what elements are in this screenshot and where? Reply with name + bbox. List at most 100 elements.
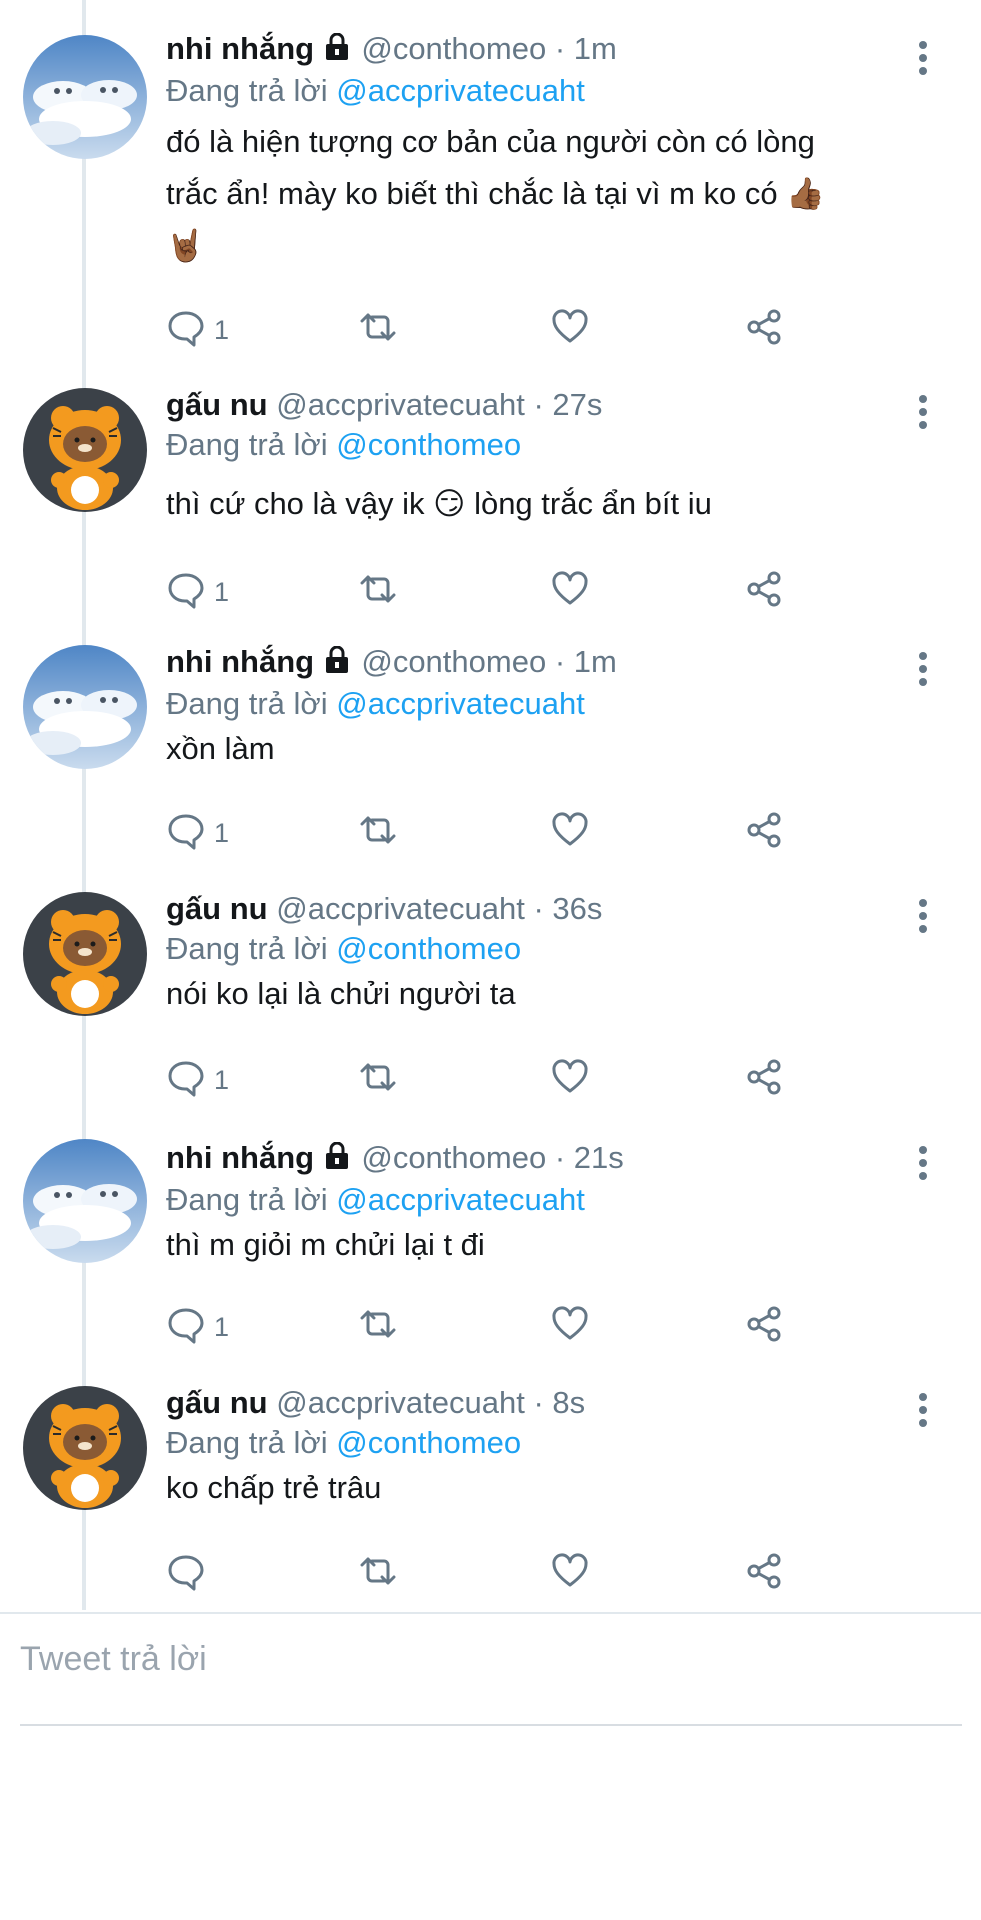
avatar[interactable] — [23, 1386, 147, 1510]
timestamp[interactable]: 1m — [574, 644, 617, 679]
retweet-button[interactable] — [356, 811, 400, 855]
display-name[interactable]: gấu nu — [166, 387, 268, 422]
avatar[interactable] — [23, 645, 147, 769]
mention-link[interactable]: @accprivatecuaht — [336, 1182, 585, 1217]
share-button[interactable] — [744, 1305, 784, 1349]
tweet-text: ko chấp trẻ trâu — [166, 1462, 921, 1514]
heart-icon — [550, 810, 590, 857]
avatar[interactable] — [23, 892, 147, 1016]
retweet-button[interactable] — [356, 1305, 400, 1349]
tweet-text-line: trắc ẩn! mày ko biết thì chắc là tại vì … — [166, 176, 825, 211]
separator-dot: · — [554, 31, 566, 66]
tweet[interactable]: gấu nu @accprivatecuaht · 36s Đang trả l… — [0, 890, 981, 1112]
reply-button[interactable]: 1 — [166, 811, 229, 855]
like-button[interactable] — [550, 1058, 590, 1102]
display-name[interactable]: nhi nhắng — [166, 31, 314, 66]
share-button[interactable] — [744, 1552, 784, 1596]
separator-dot: · — [533, 387, 544, 422]
tweet[interactable]: gấu nu @accprivatecuaht · 8s Đang trả lờ… — [0, 1384, 981, 1606]
reply-button[interactable]: 1 — [166, 570, 229, 614]
heart-icon — [550, 1057, 590, 1104]
reply-icon — [166, 1551, 206, 1598]
replying-prefix: Đang trả lời — [166, 427, 328, 462]
retweet-button[interactable] — [356, 1058, 400, 1102]
more-vertical-icon[interactable] — [917, 1145, 929, 1186]
tweet[interactable]: gấu nu @accprivatecuaht · 27s Đang trả l… — [0, 387, 981, 618]
share-button[interactable] — [744, 570, 784, 614]
tweet-header: gấu nu @accprivatecuaht · 36s — [166, 890, 921, 928]
separator-dot: · — [533, 1385, 544, 1420]
handle[interactable]: @accprivatecuaht — [276, 891, 525, 926]
more-vertical-icon[interactable] — [917, 394, 929, 435]
avatar[interactable] — [23, 388, 147, 512]
like-button[interactable] — [550, 811, 590, 855]
lock-icon — [325, 645, 349, 683]
timestamp[interactable]: 8s — [552, 1385, 585, 1420]
handle[interactable]: @conthomeo — [361, 644, 546, 679]
display-name[interactable]: gấu nu — [166, 891, 268, 926]
tweet-text: thì m giỏi m chửi lại t đi — [166, 1219, 921, 1271]
reply-button[interactable] — [166, 1552, 214, 1596]
share-icon — [744, 1551, 784, 1598]
more-vertical-icon[interactable] — [917, 898, 929, 939]
tweet-actions: 1 — [166, 1305, 806, 1349]
timestamp[interactable]: 27s — [552, 387, 602, 422]
reply-icon — [166, 307, 206, 354]
more-vertical-icon[interactable] — [917, 651, 929, 692]
reply-composer-input[interactable]: Tweet trả lời — [20, 1640, 207, 1679]
avatar[interactable] — [23, 1139, 147, 1263]
reply-button[interactable]: 1 — [166, 308, 229, 352]
mention-link[interactable]: @accprivatecuaht — [336, 686, 585, 721]
handle[interactable]: @conthomeo — [361, 31, 546, 66]
share-button[interactable] — [744, 811, 784, 855]
replying-prefix: Đang trả lời — [166, 686, 328, 721]
tweet-header: nhi nhắng @conthomeo · 1m — [166, 643, 921, 683]
mention-link[interactable]: @conthomeo — [336, 1425, 521, 1460]
mention-link[interactable]: @conthomeo — [336, 931, 521, 966]
tweet[interactable]: nhi nhắng @conthomeo · 1m Đang trả lời @… — [0, 30, 981, 360]
separator-dot: · — [554, 644, 566, 679]
timestamp[interactable]: 1m — [574, 31, 617, 66]
handle[interactable]: @conthomeo — [361, 1140, 546, 1175]
handle[interactable]: @accprivatecuaht — [276, 1385, 525, 1420]
reply-count: 1 — [214, 817, 230, 848]
tweet[interactable]: nhi nhắng @conthomeo · 21s Đang trả lời … — [0, 1139, 981, 1359]
timestamp[interactable]: 21s — [574, 1140, 624, 1175]
handle[interactable]: @accprivatecuaht — [276, 387, 525, 422]
reply-button[interactable]: 1 — [166, 1305, 229, 1349]
share-button[interactable] — [744, 308, 784, 352]
share-button[interactable] — [744, 1058, 784, 1102]
display-name[interactable]: gấu nu — [166, 1385, 268, 1420]
tweet-text-line: nói ko lại là chửi người ta — [166, 976, 516, 1011]
more-vertical-icon[interactable] — [917, 40, 929, 81]
retweet-icon — [356, 1551, 400, 1598]
tweet-actions: 1 — [166, 308, 806, 352]
retweet-button[interactable] — [356, 1552, 400, 1596]
display-name[interactable]: nhi nhắng — [166, 1140, 314, 1175]
mention-link[interactable]: @accprivatecuaht — [336, 73, 585, 108]
mention-link[interactable]: @conthomeo — [336, 427, 521, 462]
timestamp[interactable]: 36s — [552, 891, 602, 926]
retweet-icon — [356, 1057, 400, 1104]
retweet-icon — [356, 1304, 400, 1351]
like-button[interactable] — [550, 308, 590, 352]
share-icon — [744, 1057, 784, 1104]
tweet[interactable]: nhi nhắng @conthomeo · 1m Đang trả lời @… — [0, 643, 981, 865]
avatar[interactable] — [23, 35, 147, 159]
like-button[interactable] — [550, 570, 590, 614]
retweet-button[interactable] — [356, 308, 400, 352]
tweet-header: gấu nu @accprivatecuaht · 8s — [166, 1384, 921, 1422]
replying-to: Đang trả lời @accprivatecuaht — [166, 685, 921, 723]
more-vertical-icon[interactable] — [917, 1392, 929, 1433]
like-button[interactable] — [550, 1552, 590, 1596]
retweet-button[interactable] — [356, 570, 400, 614]
like-button[interactable] — [550, 1305, 590, 1349]
tweet-text: nói ko lại là chửi người ta — [166, 968, 921, 1020]
replying-to: Đang trả lời @conthomeo — [166, 426, 921, 464]
tweet-header: nhi nhắng @conthomeo · 21s — [166, 1139, 921, 1179]
display-name[interactable]: nhi nhắng — [166, 644, 314, 679]
lock-icon — [325, 1141, 349, 1179]
lock-icon — [325, 32, 349, 70]
tweet-text: thì cứ cho là vậy ik 😏 lòng trắc ẩn bít … — [166, 478, 921, 530]
reply-button[interactable]: 1 — [166, 1058, 229, 1102]
